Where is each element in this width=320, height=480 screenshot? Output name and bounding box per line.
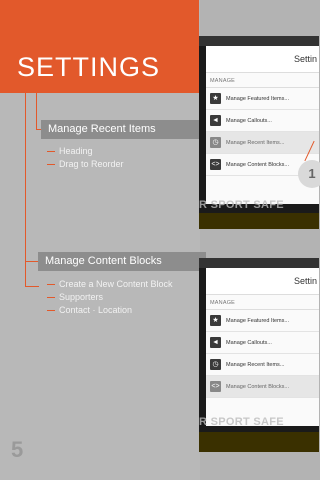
menu-item-recent[interactable]: ◷ Manage Recent Items... — [206, 354, 319, 376]
dash-marker — [47, 310, 55, 312]
megaphone-icon: ◄ — [210, 115, 221, 126]
menu-item-label: Manage Content Blocks... — [226, 161, 289, 168]
menu-item-label: Manage Callouts... — [226, 339, 272, 346]
list-item: Drag to Reorder — [47, 159, 124, 169]
list-item-label: Drag to Reorder — [59, 159, 124, 169]
clock-icon: ◷ — [210, 359, 221, 370]
list-item: Heading — [47, 146, 93, 156]
menu-item-label: Manage Featured Items... — [226, 95, 289, 102]
background-banner — [199, 213, 319, 229]
section-manage-recent-items[interactable]: Manage Recent Items — [41, 120, 199, 139]
code-icon: <> — [210, 381, 221, 392]
tree-connector — [25, 286, 39, 287]
dialog-title: Settin — [206, 268, 319, 295]
list-item-label: Supporters — [59, 292, 104, 302]
tree-connector — [25, 93, 26, 286]
list-item-label: Contact · Location — [59, 305, 133, 315]
tree-connector — [25, 261, 39, 262]
tree-connector — [25, 260, 26, 286]
list-item-label: Heading — [59, 146, 93, 156]
dash-marker — [47, 297, 55, 299]
dialog-subtitle: MANAGE — [206, 73, 319, 88]
megaphone-icon: ◄ — [210, 337, 221, 348]
menu-item-label: Manage Recent Items... — [226, 361, 285, 368]
clock-icon: ◷ — [210, 137, 221, 148]
settings-header: SETTINGS — [0, 0, 199, 93]
tree-connector — [36, 93, 37, 129]
background-banner-text: R SPORT SAFE — [199, 416, 284, 428]
page-number: 5 — [11, 437, 24, 462]
star-icon: ★ — [210, 315, 221, 326]
list-item: Create a New Content Block — [47, 279, 173, 289]
section-manage-content-blocks[interactable]: Manage Content Blocks — [38, 252, 206, 271]
menu-item-callouts[interactable]: ◄ Manage Callouts... — [206, 332, 319, 354]
dash-marker — [47, 164, 55, 166]
step-number-badge: 1 — [298, 160, 320, 188]
menu-item-label: Manage Content Blocks... — [226, 383, 289, 390]
menu-item-content-blocks[interactable]: <> Manage Content Blocks... — [206, 376, 319, 398]
background-banner — [199, 432, 319, 452]
list-item-label: Create a New Content Block — [59, 279, 173, 289]
phone-status-bar — [199, 36, 319, 46]
dash-marker — [47, 151, 55, 153]
list-item: Contact · Location — [47, 305, 132, 315]
app-screenshot-recent-items: Settin MANAGE ★ Manage Featured Items... … — [199, 36, 319, 229]
dialog-subtitle: MANAGE — [206, 295, 319, 310]
menu-item-featured[interactable]: ★ Manage Featured Items... — [206, 88, 319, 110]
dash-marker — [47, 284, 55, 286]
list-item: Supporters — [47, 292, 103, 302]
background-banner-text: R SPORT SAFE — [199, 199, 284, 211]
code-icon: <> — [210, 159, 221, 170]
dialog-title: Settin — [206, 46, 319, 73]
menu-item-label: Manage Callouts... — [226, 117, 272, 124]
menu-item-recent[interactable]: ◷ Manage Recent Items... — [206, 132, 319, 154]
app-screenshot-content-blocks: Settin MANAGE ★ Manage Featured Items... … — [199, 258, 319, 452]
menu-item-callouts[interactable]: ◄ Manage Callouts... — [206, 110, 319, 132]
menu-item-label: Manage Recent Items... — [226, 139, 285, 146]
settings-dialog: Settin MANAGE ★ Manage Featured Items... … — [206, 268, 319, 426]
menu-item-label: Manage Featured Items... — [226, 317, 289, 324]
star-icon: ★ — [210, 93, 221, 104]
phone-status-bar — [199, 258, 319, 268]
menu-item-featured[interactable]: ★ Manage Featured Items... — [206, 310, 319, 332]
page-title: SETTINGS — [17, 52, 161, 82]
